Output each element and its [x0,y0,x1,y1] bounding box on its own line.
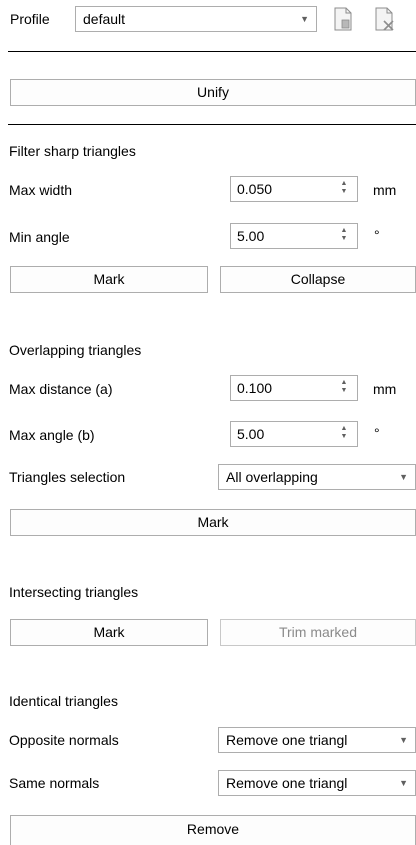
profile-selected-value: default [83,11,126,27]
divider [8,51,416,52]
spin-arrows-icon[interactable]: ▲ ▼ [339,425,349,441]
chevron-down-icon: ▼ [399,472,408,482]
divider [8,124,416,125]
section-title-overlapping: Overlapping triangles [9,342,142,358]
section-title-filter-sharp: Filter sharp triangles [9,143,136,159]
max-angle-label: Max angle (b) [9,427,95,443]
max-width-label: Max width [9,182,73,198]
same-normals-dropdown[interactable]: Remove one triangl ▼ [218,770,416,796]
save-document-icon[interactable] [333,7,353,34]
chevron-down-icon: ▼ [399,735,408,745]
remove-button[interactable]: Remove [10,815,416,845]
profile-dropdown[interactable]: default ▼ [75,6,317,32]
profile-label: Profile [10,11,50,27]
max-distance-value: 0.100 [237,380,273,396]
chevron-down-icon: ▼ [399,778,408,788]
min-angle-unit: ° [374,227,380,243]
same-normals-label: Same normals [9,775,100,791]
unify-button[interactable]: Unify [10,79,416,106]
delete-document-icon[interactable] [374,7,396,34]
trim-marked-button[interactable]: Trim marked [220,619,416,646]
min-angle-field[interactable]: 5.00 ▲ ▼ [230,223,358,249]
same-normals-value: Remove one triangl [226,775,348,791]
section-title-identical: Identical triangles [9,693,118,709]
min-angle-value: 5.00 [237,228,265,244]
max-angle-field[interactable]: 5.00 ▲ ▼ [230,421,358,447]
spin-arrows-icon[interactable]: ▲ ▼ [339,180,349,196]
spin-arrows-icon[interactable]: ▲ ▼ [339,379,349,395]
chevron-down-icon: ▼ [300,14,309,24]
overlapping-mark-button[interactable]: Mark [10,509,416,536]
opposite-normals-dropdown[interactable]: Remove one triangl ▼ [218,727,416,753]
section-title-intersecting: Intersecting triangles [9,584,139,600]
triangles-selection-label: Triangles selection [9,469,126,485]
max-distance-label: Max distance (a) [9,381,113,397]
filter-sharp-mark-button[interactable]: Mark [10,266,208,293]
max-width-value: 0.050 [237,181,273,197]
opposite-normals-label: Opposite normals [9,732,119,748]
max-angle-value: 5.00 [237,426,265,442]
triangles-selection-dropdown[interactable]: All overlapping ▼ [218,464,416,490]
max-distance-field[interactable]: 0.100 ▲ ▼ [230,375,358,401]
collapse-button[interactable]: Collapse [220,266,416,293]
spin-arrows-icon[interactable]: ▲ ▼ [339,227,349,243]
triangles-selection-value: All overlapping [226,469,318,485]
opposite-normals-value: Remove one triangl [226,732,348,748]
max-width-field[interactable]: 0.050 ▲ ▼ [230,176,358,202]
max-angle-unit: ° [374,425,380,441]
intersecting-mark-button[interactable]: Mark [10,619,208,646]
max-distance-unit: mm [373,381,397,397]
min-angle-label: Min angle [9,229,70,245]
max-width-unit: mm [373,182,397,198]
